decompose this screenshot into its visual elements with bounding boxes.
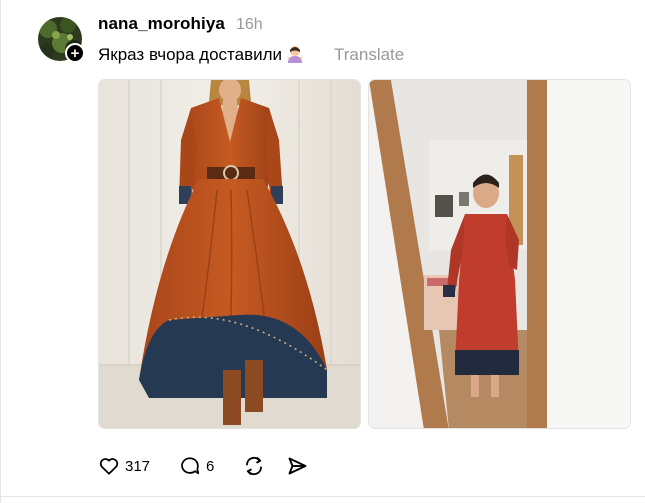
- heart-icon: [99, 458, 119, 475]
- person-shrugging-emoji-icon: [287, 46, 304, 63]
- username[interactable]: nana_morohiya: [98, 14, 225, 34]
- share-button[interactable]: [285, 454, 309, 478]
- left-border: [0, 0, 1, 503]
- reply-button[interactable]: 6: [179, 455, 214, 477]
- repost-icon: [246, 456, 263, 476]
- like-count: 317: [125, 457, 151, 475]
- post-time: 16h: [236, 16, 263, 33]
- translate-link[interactable]: Translate: [334, 45, 404, 65]
- post-text: Якраз вчора доставили: [98, 45, 304, 65]
- reply-count: 6: [206, 457, 215, 475]
- post-actions: 317 6: [98, 453, 309, 479]
- like-button[interactable]: 317: [98, 455, 150, 477]
- send-icon: [288, 457, 307, 475]
- comment-icon: [181, 457, 200, 475]
- post-image-1[interactable]: [98, 79, 361, 429]
- follow-plus-icon[interactable]: +: [65, 43, 85, 63]
- post-text-content: Якраз вчора доставили: [98, 45, 283, 64]
- post-image-2[interactable]: [368, 79, 631, 429]
- repost-button[interactable]: [242, 454, 266, 478]
- post-divider: [0, 496, 645, 497]
